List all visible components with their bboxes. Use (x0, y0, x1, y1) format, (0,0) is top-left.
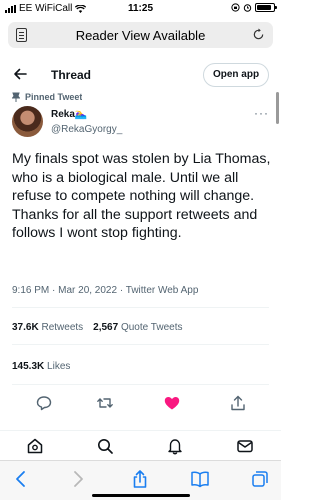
share-icon[interactable] (229, 394, 247, 412)
retweets-stat[interactable]: 37.6K Retweets (12, 322, 83, 333)
pinned-label: Pinned Tweet (12, 92, 82, 102)
reply-icon[interactable] (35, 394, 53, 412)
share-icon[interactable] (130, 469, 150, 489)
reader-view-label: Reader View Available (75, 28, 206, 43)
retweets-count: 37.6K (12, 322, 39, 333)
notifications-icon[interactable] (166, 437, 184, 455)
status-right (231, 3, 277, 12)
pinned-text: Pinned Tweet (25, 92, 83, 102)
reader-view-bar[interactable]: Reader View Available (8, 22, 273, 48)
bottom-navigation (0, 430, 281, 460)
engagement-stats: 37.6K Retweets 2,567 Quote Tweets (12, 322, 183, 333)
reload-icon[interactable] (252, 28, 265, 41)
tweet-text: My finals spot was stolen by Lia Thomas,… (12, 151, 271, 241)
quotes-stat[interactable]: 2,567 Quote Tweets (93, 322, 182, 333)
tweet-timestamp[interactable]: 9:16 PM · Mar 20, 2022 · Twitter Web App (12, 285, 198, 296)
back-arrow-icon[interactable] (12, 66, 28, 82)
avatar[interactable] (12, 106, 43, 137)
retweet-icon[interactable] (96, 394, 114, 412)
display-name[interactable]: Reka🏊‍♀️ (51, 109, 87, 120)
retweets-label: Retweets (41, 322, 84, 333)
like-icon[interactable] (163, 394, 181, 412)
orientation-lock-icon (231, 3, 240, 12)
divider (12, 307, 269, 308)
search-icon[interactable] (96, 437, 114, 455)
alarm-icon (243, 4, 252, 12)
messages-icon[interactable] (236, 437, 254, 455)
pin-icon (12, 92, 20, 102)
tabs-icon[interactable] (250, 469, 270, 489)
page-title: Thread (51, 68, 92, 82)
likes-stat[interactable]: 145.3K Likes (12, 361, 70, 372)
divider (12, 344, 269, 345)
tweet-actions (0, 392, 281, 414)
quotes-count: 2,567 (93, 322, 119, 333)
divider (12, 384, 269, 385)
back-icon[interactable] (11, 469, 31, 489)
user-handle[interactable]: @RekaGyorgy_ (51, 124, 122, 135)
status-bar: EE WiFiCall 11:25 (0, 0, 281, 18)
likes-count: 145.3K (12, 361, 45, 372)
likes-label: Likes (47, 361, 71, 372)
more-options-icon[interactable]: ··· (254, 106, 269, 120)
battery-icon (255, 3, 277, 12)
home-indicator[interactable] (92, 494, 190, 497)
safari-toolbar (0, 460, 281, 500)
quotes-label: Quote Tweets (120, 322, 183, 333)
forward-icon[interactable] (68, 469, 88, 489)
thread-header: Thread Open app (0, 58, 281, 94)
bookmarks-icon[interactable] (190, 469, 210, 489)
home-icon[interactable] (26, 437, 44, 455)
likes-stats: 145.3K Likes (12, 361, 70, 372)
scrollbar-thumb[interactable] (276, 92, 279, 124)
open-app-button[interactable]: Open app (203, 63, 269, 87)
